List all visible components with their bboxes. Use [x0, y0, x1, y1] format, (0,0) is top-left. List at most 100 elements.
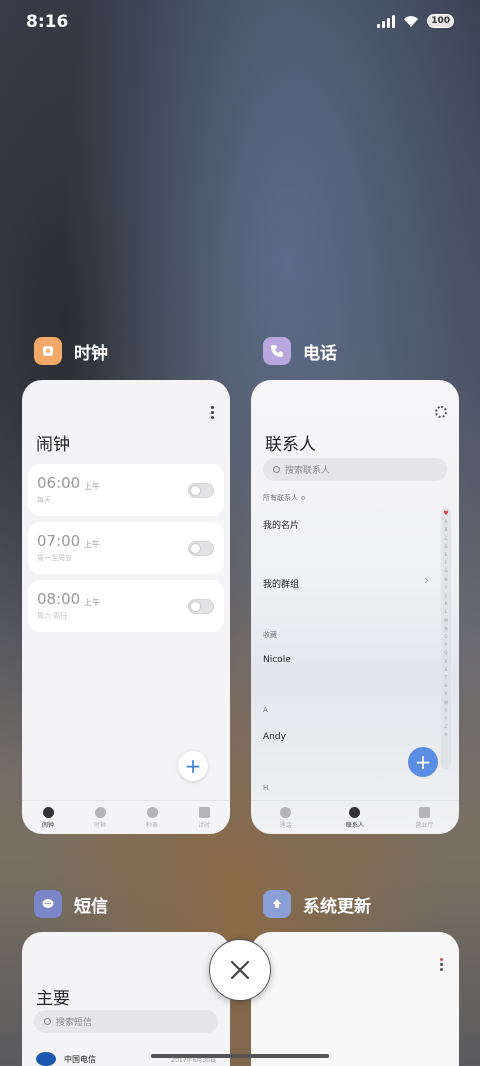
battery-icon: 100	[427, 14, 454, 28]
status-bar: 8:16 100	[0, 0, 480, 44]
clear-all-button[interactable]	[209, 939, 271, 1001]
stopwatch-icon	[146, 806, 158, 818]
contact-row[interactable]: Andy	[263, 732, 286, 742]
person-icon	[349, 806, 361, 818]
index-letter[interactable]: X	[445, 707, 448, 715]
index-letter[interactable]: W	[444, 699, 448, 707]
index-letter[interactable]: J	[445, 592, 446, 600]
index-letter[interactable]: B	[445, 526, 448, 534]
signal-icon	[377, 14, 396, 28]
all-contacts-filter[interactable]: 所有联系人 ≎	[263, 493, 306, 503]
index-letter[interactable]: L	[445, 608, 447, 616]
index-letter[interactable]: H	[444, 576, 447, 584]
alarm-period: 上午	[84, 482, 100, 491]
app-name-phone: 电话	[303, 343, 337, 364]
alarm-title: 闹钟	[36, 435, 70, 455]
alarm-repeat: 每天	[37, 496, 51, 504]
app-label-phone[interactable]: 电话	[263, 337, 337, 365]
tab-label: 通话	[279, 821, 292, 829]
tab-label: 计时	[197, 821, 210, 829]
phone-app-card[interactable]: 联系人 搜索联系人 所有联系人 ≎ 我的名片 我的群组 › 收藏 Nicole …	[251, 380, 459, 834]
add-contact-button[interactable]: +	[408, 747, 438, 777]
index-letter[interactable]: Q	[444, 649, 447, 657]
index-letter[interactable]: K	[445, 600, 448, 608]
clock-bottom-nav: 闹钟 时钟 秒表 计时	[22, 800, 230, 834]
message-sender[interactable]: 中国电信	[64, 1054, 96, 1065]
messages-search-input[interactable]: 搜索短信	[34, 1010, 218, 1033]
index-letter[interactable]: F	[445, 559, 447, 567]
index-letter[interactable]: T	[445, 674, 447, 682]
settings-icon[interactable]	[435, 406, 447, 418]
search-icon	[44, 1018, 51, 1025]
alarm-time: 07:00	[37, 532, 81, 550]
index-letter[interactable]: C	[445, 535, 448, 543]
tab-label: 联系人	[345, 821, 364, 829]
index-letter[interactable]: O	[444, 633, 447, 641]
index-letter[interactable]: D	[444, 543, 447, 551]
index-letter[interactable]: R	[445, 658, 448, 666]
hourglass-icon	[198, 806, 210, 818]
index-letter[interactable]: U	[445, 682, 448, 690]
index-letter[interactable]: P	[445, 641, 447, 649]
app-label-clock[interactable]: 时钟	[34, 337, 108, 365]
phone-bottom-nav: 通话 联系人 营业厅	[251, 800, 459, 834]
alphabet-index-bar[interactable]: ♥ A B C D E F G H I J K L M N O P Q R S T U V W X Y Z #	[441, 507, 451, 769]
index-letter[interactable]: N	[445, 625, 448, 633]
tab-timer[interactable]: 计时	[178, 801, 230, 834]
alarm-item[interactable]: 06:00 上午 每天	[28, 464, 224, 516]
alarm-toggle[interactable]	[188, 541, 214, 556]
system-update-app-card[interactable]	[251, 932, 459, 1066]
clock-icon	[94, 806, 106, 818]
index-letter[interactable]: S	[445, 666, 448, 674]
search-icon	[273, 466, 280, 473]
index-letter[interactable]: M	[444, 617, 447, 625]
phone-icon	[280, 806, 292, 818]
index-letter[interactable]: I	[445, 584, 446, 592]
index-letter[interactable]: V	[445, 690, 448, 698]
alarm-item[interactable]: 07:00 上午 周一至周五	[28, 522, 224, 574]
status-time: 8:16	[26, 12, 69, 32]
tab-clock[interactable]: 时钟	[74, 801, 126, 834]
app-label-system-update[interactable]: 系统更新	[263, 890, 371, 918]
status-icons: 100	[377, 14, 454, 28]
app-name-clock: 时钟	[74, 343, 108, 364]
alarm-toggle[interactable]	[188, 483, 214, 498]
alarm-time: 06:00	[37, 474, 81, 492]
index-letter[interactable]: G	[444, 567, 447, 575]
alarm-item[interactable]: 08:00 上午 周六 周日	[28, 580, 224, 632]
app-label-messages[interactable]: 短信	[34, 890, 108, 918]
chevron-right-icon: ›	[424, 573, 429, 587]
my-groups-row[interactable]: 我的群组	[263, 577, 299, 590]
tab-stopwatch[interactable]: 秒表	[126, 801, 178, 834]
index-letter[interactable]: Z	[445, 723, 448, 731]
clock-app-icon	[34, 337, 62, 365]
messages-app-card[interactable]: 主要 搜索短信 中国电信 2017年6月30日	[22, 932, 230, 1066]
contacts-title: 联系人	[265, 435, 316, 455]
index-letter[interactable]: Y	[445, 715, 447, 723]
contact-row[interactable]: Nicole	[263, 655, 291, 665]
index-letter[interactable]: E	[445, 551, 448, 559]
tab-alarm[interactable]: 闹钟	[22, 801, 74, 834]
app-name-messages: 短信	[74, 896, 108, 917]
alarm-time: 08:00	[37, 590, 81, 608]
search-placeholder: 搜索联系人	[285, 466, 331, 476]
add-alarm-button[interactable]: +	[178, 751, 208, 781]
search-placeholder: 搜索短信	[56, 1018, 93, 1028]
clock-app-card[interactable]: 闹钟 06:00 上午 每天 07:00 上午 周一至周五 08:00 上午 周…	[22, 380, 230, 834]
my-card-row[interactable]: 我的名片	[263, 518, 299, 531]
alarm-toggle[interactable]	[188, 599, 214, 614]
home-indicator[interactable]	[151, 1054, 329, 1058]
index-letter[interactable]: ♥	[443, 510, 448, 518]
contacts-search-input[interactable]: 搜索联系人	[263, 458, 447, 481]
tab-service-hall[interactable]: 营业厅	[390, 801, 459, 834]
tab-contacts[interactable]: 联系人	[320, 801, 389, 834]
more-options-icon[interactable]	[440, 958, 443, 971]
index-letter[interactable]: A	[445, 518, 448, 526]
tab-calls[interactable]: 通话	[251, 801, 320, 834]
more-options-icon[interactable]	[211, 406, 214, 419]
wifi-icon	[404, 15, 419, 27]
index-letter[interactable]: #	[444, 731, 447, 739]
alarm-period: 上午	[84, 540, 100, 549]
alarm-icon	[42, 806, 54, 818]
alarm-period: 上午	[84, 598, 100, 607]
